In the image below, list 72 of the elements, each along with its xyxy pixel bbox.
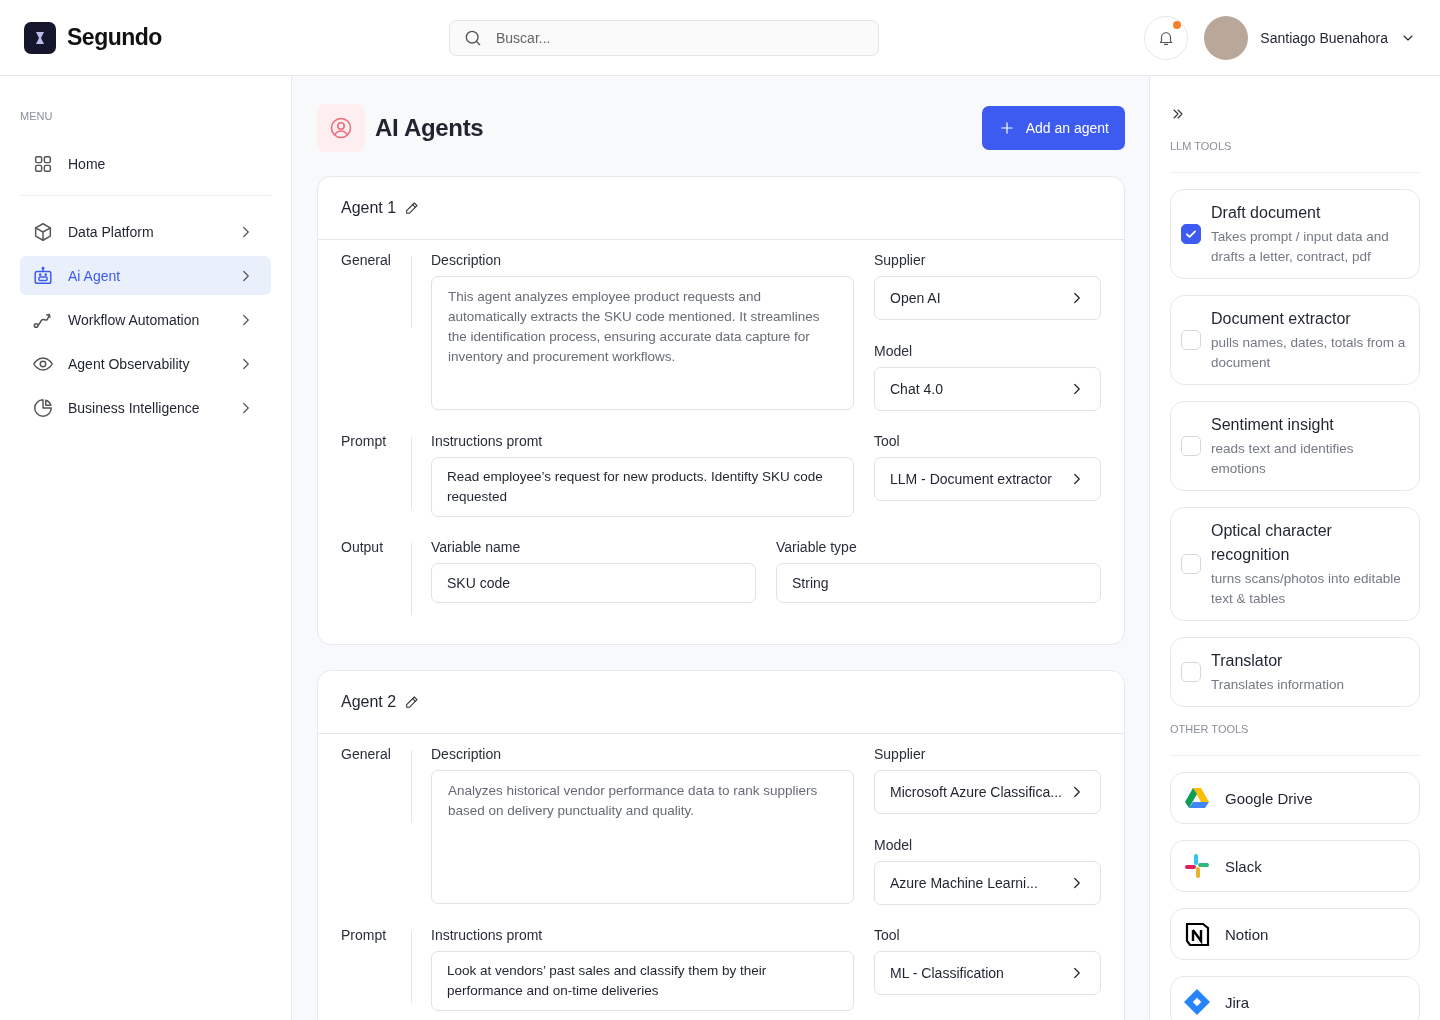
section-label: Output [341, 539, 385, 557]
field-label: Instructions promt [431, 433, 544, 449]
integration-card[interactable]: Google Drive [1170, 772, 1420, 824]
edit-button[interactable] [404, 200, 421, 216]
field-label: Supplier [874, 746, 927, 762]
tool-title: Translator [1211, 651, 1284, 671]
field-label: Supplier [874, 252, 927, 268]
tool-title: Optical character recognition [1211, 521, 1333, 565]
section-label: General [341, 746, 392, 764]
field-label: Tool [874, 433, 901, 449]
search-field[interactable]: Buscar... [449, 19, 879, 56]
notion-logo-icon [1183, 921, 1211, 947]
tool-title: Draft document [1211, 203, 1322, 223]
dropdown[interactable]: Azure Machine Learni... [874, 861, 1101, 905]
dropdown[interactable]: Microsoft Azure Classifica... [874, 770, 1101, 814]
brand-name: Segundo [67, 24, 162, 51]
tool-description: reads text and identifies emotions [1211, 440, 1355, 478]
dropdown[interactable]: LLM - Document extractor [874, 457, 1101, 501]
checkbox[interactable] [1181, 224, 1201, 244]
section-label: Prompt [341, 927, 388, 945]
instructions-field[interactable]: Look at vendors’ past sales and classify them by their performance and on-time deliveries [431, 951, 854, 1011]
variable-type-field[interactable]: String [776, 563, 1101, 603]
add-agent-button[interactable]: Add an agent [981, 106, 1125, 150]
agent-name: Agent 1 [341, 199, 397, 217]
nav-item[interactable]: Ai Agent [20, 256, 271, 295]
field-label: Description [431, 746, 503, 762]
section-label: Prompt [341, 433, 388, 451]
field-label: Instructions promt [431, 927, 544, 943]
nav-item[interactable]: Business Intelligence [20, 388, 271, 427]
integration-card[interactable]: Notion [1170, 908, 1420, 960]
tool-description: pulls names, dates, totals from a document [1211, 334, 1407, 372]
instructions-field[interactable]: Read employee’s request for new products. Identifty SKU code requested [431, 457, 854, 517]
logo-icon [24, 21, 56, 54]
field-label: Variable type [776, 539, 858, 555]
agent-name: Agent 2 [341, 693, 397, 711]
dropdown[interactable]: ML - Classification [874, 951, 1101, 995]
dropdown[interactable]: Open AI [874, 276, 1101, 320]
pencil-icon [404, 200, 421, 216]
menu-heading: MENU [20, 110, 54, 122]
description-field[interactable]: Analyzes historical vendor performance data to rank suppliers based on delivery punctuality and quality. [431, 770, 854, 904]
field-label: Tool [874, 927, 901, 943]
pencil-icon [404, 694, 421, 710]
description-field[interactable]: This agent analyzes employee product requests and automatically extracts the SKU code mentioned. It streamlines the identification process, ensuring accurate data capture for inventory and procurement workflows. [431, 276, 854, 410]
tool-title: Sentiment insight [1211, 415, 1335, 435]
drive-logo-icon [1183, 787, 1211, 809]
robot-icon [32, 264, 54, 287]
nav-item[interactable]: Agent Observability [20, 344, 271, 383]
pie-chart-icon [32, 396, 54, 419]
nav-item[interactable]: Workflow Automation [20, 300, 271, 339]
section-label: General [341, 252, 392, 270]
section-heading: LLM TOOLS [1170, 140, 1420, 173]
section-heading: OTHER TOOLS [1170, 723, 1420, 756]
user-circle-icon [329, 116, 353, 140]
tool-title: Document extractor [1211, 309, 1352, 329]
jira-logo-icon [1183, 988, 1211, 1016]
tool-description: turns scans/photos into editable text & tables [1211, 570, 1402, 608]
field-label: Description [431, 252, 503, 268]
tool-description: Takes prompt / input data and drafts a letter, contract, pdf [1211, 228, 1390, 266]
user-menu[interactable]: Santiago Buenahora [1204, 15, 1416, 60]
field-label: Model [874, 837, 914, 853]
integration-card[interactable]: Slack [1170, 840, 1420, 892]
nav-item[interactable]: Home [20, 144, 271, 183]
slack-logo-icon [1183, 853, 1211, 879]
field-label: Model [874, 343, 914, 359]
variable-name-field[interactable]: SKU code [431, 563, 756, 603]
page-title: AI Agents [375, 114, 484, 142]
dropdown[interactable]: Chat 4.0 [874, 367, 1101, 411]
field-label: Variable name [431, 539, 522, 555]
tool-description: Translates information [1211, 676, 1345, 694]
cube-icon [32, 220, 54, 243]
edit-button[interactable] [404, 694, 421, 710]
nav-item[interactable]: Data Platform [20, 212, 271, 251]
